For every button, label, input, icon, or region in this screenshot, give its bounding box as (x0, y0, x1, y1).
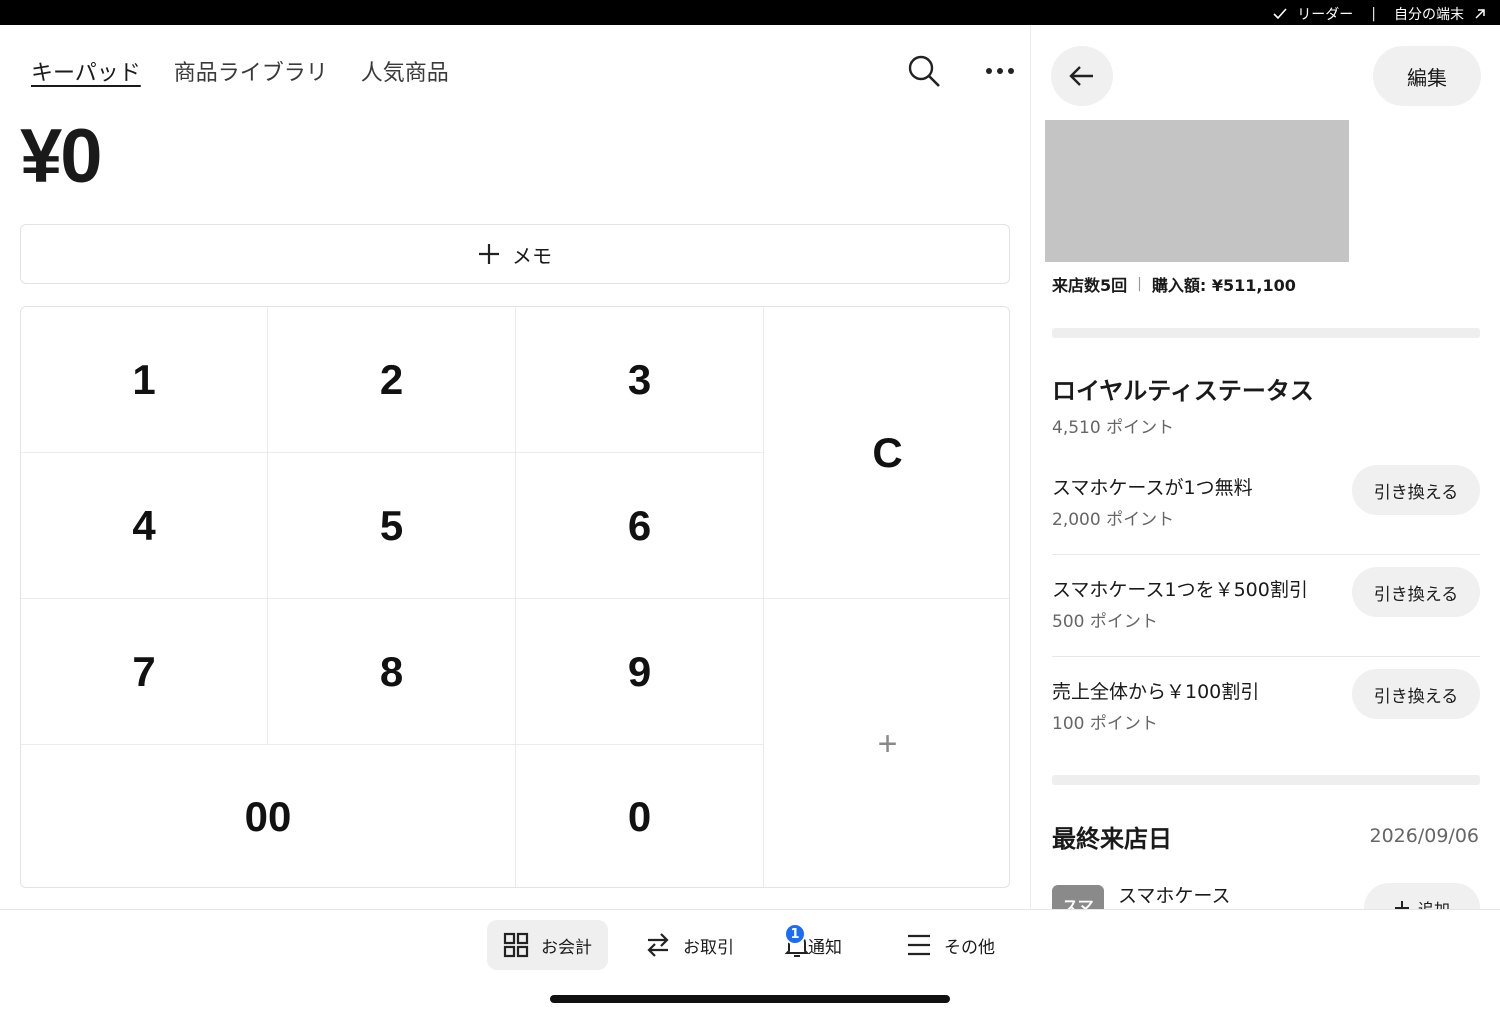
notification-badge: 1 (784, 923, 806, 945)
back-button[interactable] (1051, 46, 1113, 106)
section-divider (1052, 328, 1480, 338)
memo-label: メモ (512, 243, 552, 268)
swap-arrows-icon (647, 933, 669, 957)
customer-photo (1045, 120, 1349, 262)
customer-stats: 来店数5回 | 購入額: ¥511,100 (1052, 272, 1296, 296)
key-4[interactable]: 4 (21, 453, 268, 599)
add-label: 追加 (1418, 896, 1450, 909)
nav-checkout-label: お会計 (541, 937, 592, 958)
purchase-total: 購入額: ¥511,100 (1151, 276, 1296, 295)
edit-button[interactable]: 編集 (1373, 46, 1481, 106)
reward-title: 売上全体から￥100割引 (1052, 681, 1260, 703)
tab-item-library[interactable]: 商品ライブラリ (174, 55, 328, 87)
bottom-navigation: お会計 お取引 1 通知 その他 (0, 909, 1500, 1012)
reward-points: 2,000 ポイント (1052, 510, 1175, 530)
keypad: 1 2 3 4 5 6 7 8 9 00 0 C + (20, 306, 1010, 888)
nav-notifications-label: 通知 (808, 937, 842, 958)
tab-popular-items[interactable]: 人気商品 (361, 55, 449, 87)
last-visit-date: 2026/09/06 (1369, 825, 1479, 847)
stats-separator: | (1137, 276, 1142, 292)
key-00[interactable]: 00 (21, 745, 516, 887)
amount-display: ¥0 (20, 114, 103, 199)
section-divider (1052, 775, 1480, 785)
redeem-button[interactable]: 引き換える (1352, 567, 1480, 617)
arrow-left-icon (1069, 66, 1093, 86)
reward-divider (1052, 656, 1480, 657)
key-5[interactable]: 5 (268, 453, 516, 599)
customer-panel: 編集 来店数5回 | 購入額: ¥511,100 ロイヤルティステータス 4,5… (1030, 25, 1500, 909)
reward-item: スマホケースが1つ無料 2,000 ポイント 引き換える (1052, 463, 1480, 555)
reward-title: スマホケース1つを￥500割引 (1052, 579, 1308, 601)
plus-icon (479, 244, 499, 264)
arrow-up-right-icon (1475, 9, 1485, 19)
redeem-button[interactable]: 引き換える (1352, 465, 1480, 515)
clear-key[interactable]: C (764, 307, 1009, 599)
plus-icon (1394, 901, 1409, 909)
key-3[interactable]: 3 (516, 307, 764, 453)
nav-transactions-label: お取引 (683, 937, 734, 958)
tab-keypad[interactable]: キーパッド (31, 55, 141, 87)
reward-points: 500 ポイント (1052, 612, 1158, 632)
loyalty-points: 4,510 ポイント (1052, 418, 1175, 438)
key-6[interactable]: 6 (516, 453, 764, 599)
nav-checkout[interactable]: お会計 (487, 920, 608, 970)
menu-icon (908, 934, 930, 956)
visit-count: 来店数5回 (1052, 276, 1128, 295)
status-separator: | (1371, 6, 1376, 22)
status-bar: リーダー | 自分の端末 (0, 0, 1500, 25)
add-item-button[interactable]: 追加 (1364, 883, 1480, 909)
search-icon[interactable] (905, 53, 943, 89)
key-2[interactable]: 2 (268, 307, 516, 453)
home-indicator (550, 995, 950, 1003)
reward-points: 100 ポイント (1052, 714, 1158, 734)
keypad-pane: キーパッド 商品ライブラリ 人気商品 ¥0 メモ 1 2 3 4 5 6 7 8… (0, 25, 1030, 909)
reward-divider (1052, 554, 1480, 555)
reader-status: リーダー (1297, 7, 1354, 23)
key-1[interactable]: 1 (21, 307, 268, 453)
key-8[interactable]: 8 (268, 599, 516, 745)
item-name: スマホケース (1118, 885, 1231, 907)
add-memo-button[interactable]: メモ (20, 224, 1010, 284)
loyalty-title: ロイヤルティステータス (1052, 377, 1314, 405)
last-visit-title: 最終来店日 (1052, 825, 1172, 853)
redeem-button[interactable]: 引き換える (1352, 669, 1480, 719)
reward-title: スマホケースが1つ無料 (1052, 477, 1253, 499)
add-key[interactable]: + (764, 599, 1009, 887)
reward-item: スマホケース1つを￥500割引 500 ポイント 引き換える (1052, 565, 1480, 657)
tab-bar: キーパッド 商品ライブラリ 人気商品 (31, 55, 482, 87)
more-icon[interactable] (981, 53, 1019, 89)
reward-item: 売上全体から￥100割引 100 ポイント 引き換える (1052, 667, 1480, 759)
nav-transactions[interactable]: お取引 (629, 920, 750, 970)
nav-notifications[interactable]: 1 通知 (768, 920, 858, 970)
key-7[interactable]: 7 (21, 599, 268, 745)
key-0[interactable]: 0 (516, 745, 764, 887)
item-thumbnail: スマ (1052, 885, 1104, 909)
grid-icon (503, 932, 529, 958)
device-label[interactable]: 自分の端末 (1394, 4, 1464, 24)
key-9[interactable]: 9 (516, 599, 764, 745)
nav-more-label: その他 (944, 937, 995, 958)
checkmark-icon (1273, 8, 1287, 20)
nav-more[interactable]: その他 (890, 920, 1011, 970)
